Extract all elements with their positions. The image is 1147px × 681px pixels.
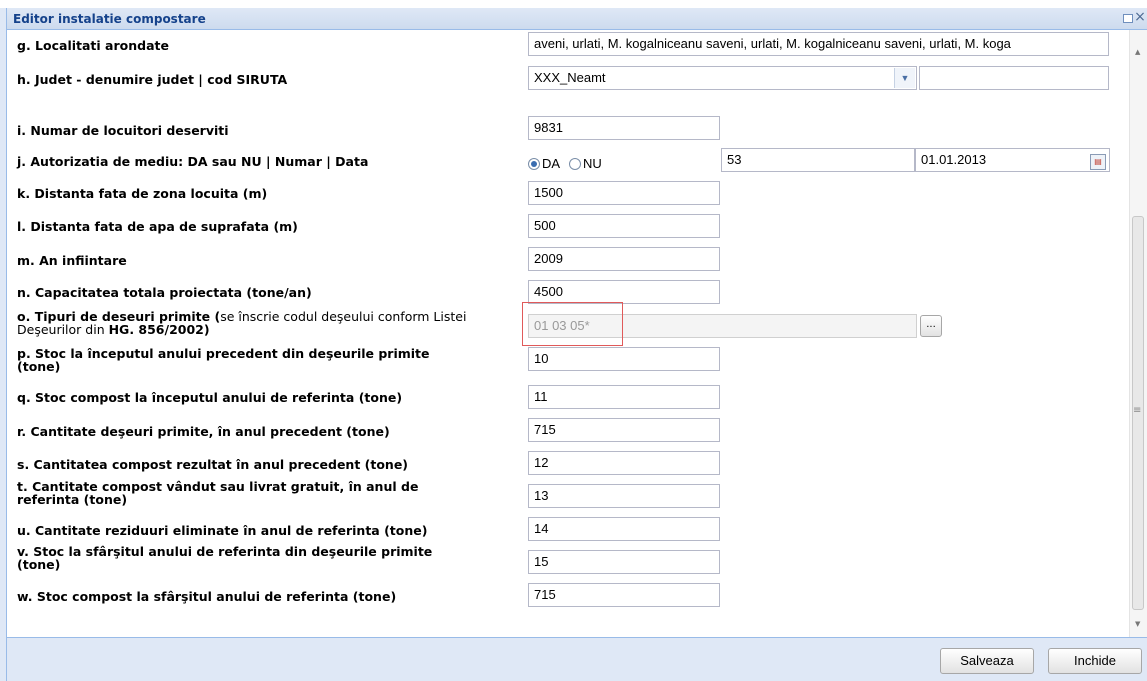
- label-stoc-sfarsit-line1: v. Stoc la sfârşitul anului de referinta…: [17, 544, 433, 559]
- localitati-input[interactable]: aveni, urlati, M. kogalniceanu saveni, u…: [528, 32, 1109, 56]
- stoc-inceput-precedent-input[interactable]: 10: [528, 347, 720, 371]
- label-stoc-compost-inceput: q. Stoc compost la începutul anului de r…: [17, 390, 403, 405]
- label-distanta-apa: l. Distanta fata de apa de suprafata (m): [17, 219, 298, 234]
- form-content: g. Localitati arondate aveni, urlati, M.…: [7, 30, 1129, 637]
- reziduuri-input[interactable]: 14: [528, 517, 720, 541]
- label-stoc-sfarsit-deseuri: v. Stoc la sfârşitul anului de referinta…: [17, 545, 432, 571]
- tipuri-deseuri-browse-button[interactable]: ...: [920, 315, 942, 337]
- close-icon[interactable]: ×: [1134, 10, 1146, 24]
- cantitate-deseuri-input[interactable]: 715: [528, 418, 720, 442]
- label-locuitori: i. Numar de locuitori deserviti: [17, 123, 229, 138]
- label-autorizatie: j. Autorizatia de mediu: DA sau NU | Num…: [17, 154, 369, 169]
- window-title: Editor instalatie compostare: [13, 12, 206, 26]
- window-titlebar[interactable]: Editor instalatie compostare ×: [7, 8, 1147, 30]
- label-localitati: g. Localitati arondate: [17, 38, 169, 53]
- label-compost-vandut: t. Cantitate compost vândut sau livrat g…: [17, 480, 418, 506]
- label-an-infiintare: m. An infiintare: [17, 253, 127, 268]
- radio-da[interactable]: [528, 158, 540, 170]
- distanta-apa-input[interactable]: 500: [528, 214, 720, 238]
- close-button[interactable]: Inchide: [1048, 648, 1142, 674]
- judet-select[interactable]: XXX_Neamt ▼: [528, 66, 917, 90]
- stoc-compost-inceput-input[interactable]: 11: [528, 385, 720, 409]
- scroll-up-icon[interactable]: ▲: [1135, 48, 1140, 56]
- radio-nu-label: NU: [582, 156, 602, 171]
- dialog-footer: Salveaza Inchide: [7, 637, 1147, 681]
- label-stoc-compost-sfarsit: w. Stoc compost la sfârşitul anului de r…: [17, 589, 397, 604]
- label-judet: h. Judet - denumire judet | cod SIRUTA: [17, 72, 288, 87]
- save-button[interactable]: Salveaza: [940, 648, 1034, 674]
- locuitori-input[interactable]: 9831: [528, 116, 720, 140]
- capacitate-input[interactable]: 4500: [528, 280, 720, 304]
- compost-vandut-input[interactable]: 13: [528, 484, 720, 508]
- label-tipuri-deseuri: o. Tipuri de deseuri primite (se înscrie…: [17, 310, 466, 336]
- top-strip: [0, 0, 1147, 8]
- label-tipuri-hg: HG. 856/2002): [108, 322, 210, 337]
- label-stoc-sfarsit-line2: (tone): [17, 557, 61, 572]
- label-compost-rezultat: s. Cantitatea compost rezultat în anul p…: [17, 457, 409, 472]
- radio-nu[interactable]: [568, 158, 581, 170]
- autorizatie-numar-input[interactable]: 53: [721, 148, 915, 172]
- label-tipuri-note: se înscrie codul deşeului conform Listei: [220, 309, 467, 324]
- label-reziduuri: u. Cantitate reziduuri eliminate în anul…: [17, 523, 428, 538]
- judet-value: XXX_Neamt: [534, 70, 606, 85]
- distanta-zona-input[interactable]: 1500: [528, 181, 720, 205]
- tipuri-deseuri-input[interactable]: 01 03 05*: [528, 314, 917, 338]
- label-stoc-inceput-line2: (tone): [17, 359, 61, 374]
- scroll-down-icon[interactable]: ▼: [1135, 620, 1140, 628]
- calendar-icon[interactable]: ▤: [1090, 154, 1106, 170]
- radio-da-label: DA: [542, 156, 560, 171]
- label-capacitate: n. Capacitatea totala proiectata (tone/a…: [17, 285, 312, 300]
- vertical-scrollbar[interactable]: ▲ ≡ ▼: [1129, 30, 1147, 637]
- stoc-compost-sfarsit-input[interactable]: 715: [528, 583, 720, 607]
- label-compost-vandut-line2: referinta (tone): [17, 492, 128, 507]
- siruta-input[interactable]: [919, 66, 1109, 90]
- chevron-down-icon[interactable]: ▼: [894, 68, 915, 88]
- maximize-icon[interactable]: [1123, 14, 1133, 23]
- scroll-grip-icon: ≡: [1133, 405, 1142, 416]
- label-stoc-inceput-line1: p. Stoc la începutul anului precedent di…: [17, 346, 430, 361]
- stoc-sfarsit-deseuri-input[interactable]: 15: [528, 550, 720, 574]
- compost-rezultat-input[interactable]: 12: [528, 451, 720, 475]
- an-infiintare-input[interactable]: 2009: [528, 247, 720, 271]
- label-cantitate-deseuri: r. Cantitate deşeuri primite, în anul pr…: [17, 424, 390, 439]
- editor-window: Editor instalatie compostare × g. Locali…: [6, 8, 1147, 681]
- label-tipuri-line2: Deşeurilor din: [17, 322, 109, 337]
- label-stoc-inceput-precedent: p. Stoc la începutul anului precedent di…: [17, 347, 430, 373]
- autorizatie-radio-group: DA NU: [528, 156, 602, 171]
- autorizatie-data-input[interactable]: 01.01.2013: [915, 148, 1110, 172]
- label-distanta-zona: k. Distanta fata de zona locuita (m): [17, 186, 268, 201]
